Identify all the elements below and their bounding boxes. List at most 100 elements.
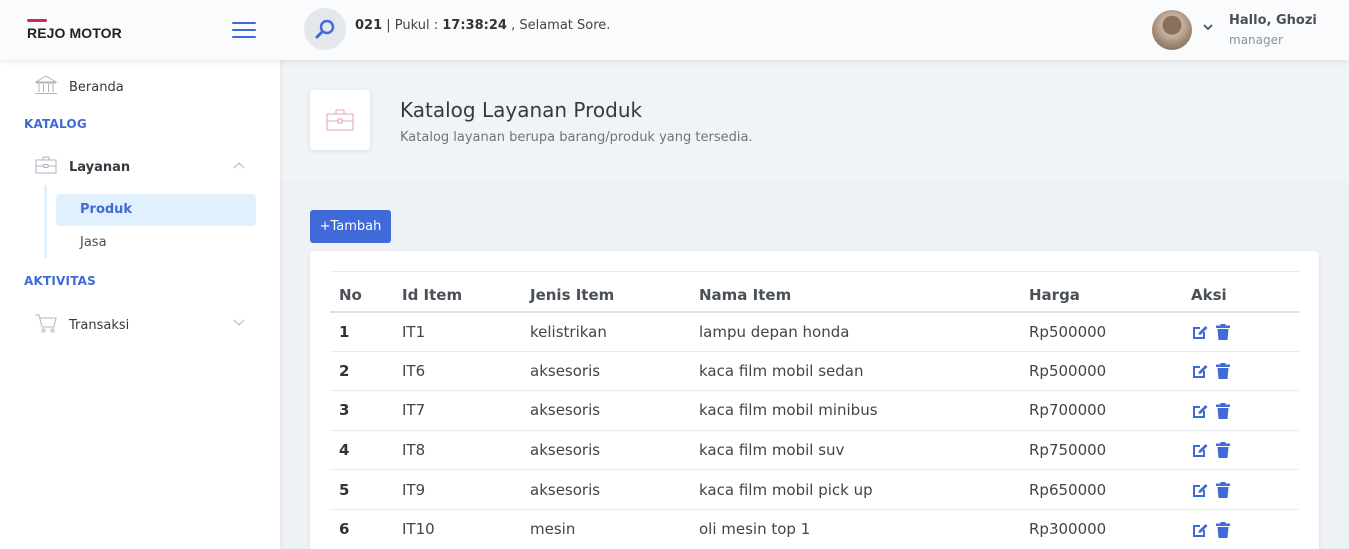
cell-id-item: IT10: [402, 509, 530, 549]
cell-jenis-item: aksesoris: [530, 430, 699, 471]
cell-aksi: [1191, 390, 1299, 431]
cell-id-item: IT1: [402, 311, 530, 352]
logo-text: REJO MOTOR: [27, 25, 122, 41]
chevron-down-icon[interactable]: [1201, 20, 1215, 34]
briefcase-icon: [326, 109, 354, 131]
user-role: manager: [1229, 33, 1283, 47]
table-row: 5 IT9 aksesoris kaca film mobil pick up …: [330, 469, 1299, 510]
cell-harga: Rp500000: [1029, 311, 1191, 352]
avatar[interactable]: [1152, 10, 1192, 50]
sidebar: Beranda KATALOG Layanan Produk Jasa AKTI…: [0, 60, 280, 549]
product-table: No Id Item Jenis Item Nama Item Harga Ak…: [330, 271, 1299, 549]
column-header-harga: Harga: [1029, 271, 1191, 313]
table-row: 2 IT6 aksesoris kaca film mobil sedan Rp…: [330, 351, 1299, 392]
cell-no: 2: [330, 351, 402, 392]
cell-harga: Rp300000: [1029, 509, 1191, 549]
column-header-jenis-item: Jenis Item: [530, 271, 699, 313]
cell-no: 6: [330, 509, 402, 549]
date-time-info: 021 | Pukul : 17:38:24 , Selamat Sore.: [355, 18, 610, 33]
logo-accent-bar: [27, 19, 47, 22]
column-header-no: No: [330, 271, 402, 313]
cell-jenis-item: aksesoris: [530, 351, 699, 392]
cell-jenis-item: aksesoris: [530, 469, 699, 510]
cell-harga: Rp650000: [1029, 469, 1191, 510]
cell-id-item: IT8: [402, 430, 530, 471]
column-header-nama-item: Nama Item: [699, 271, 1029, 313]
page-title-icon-box: [310, 90, 370, 150]
briefcase-icon: [35, 156, 57, 174]
sidebar-item-label: Beranda: [69, 80, 124, 95]
trash-icon[interactable]: [1214, 402, 1232, 420]
cell-nama-item: oli mesin top 1: [699, 509, 1029, 549]
info-greeting: , Selamat Sore.: [506, 18, 611, 33]
sidebar-subitem-produk[interactable]: Produk: [56, 194, 256, 226]
sidebar-item-transaksi[interactable]: Transaksi: [0, 304, 280, 340]
table-row: 1 IT1 kelistrikan lampu depan honda Rp50…: [330, 311, 1299, 352]
search-icon: [315, 19, 335, 39]
cell-no: 5: [330, 469, 402, 510]
trash-icon[interactable]: [1214, 441, 1232, 459]
cell-nama-item: kaca film mobil suv: [699, 430, 1029, 471]
subitem-label: Jasa: [80, 235, 107, 250]
table-card: No Id Item Jenis Item Nama Item Harga Ak…: [310, 251, 1319, 549]
cell-no: 3: [330, 390, 402, 431]
add-item-button[interactable]: +Tambah: [310, 210, 391, 243]
submenu-line: [44, 185, 47, 258]
trash-icon[interactable]: [1214, 521, 1232, 539]
cell-id-item: IT6: [402, 351, 530, 392]
table-header-row: No Id Item Jenis Item Nama Item Harga Ak…: [330, 271, 1299, 313]
chevron-up-icon: [233, 162, 245, 169]
menu-icon[interactable]: [232, 22, 256, 38]
user-name: Hallo, Ghozi: [1229, 13, 1317, 28]
trash-icon[interactable]: [1214, 323, 1232, 341]
sidebar-item-label: Transaksi: [69, 318, 130, 333]
column-header-aksi: Aksi: [1191, 271, 1299, 313]
table-row: 6 IT10 mesin oli mesin top 1 Rp300000: [330, 509, 1299, 549]
trash-icon[interactable]: [1214, 362, 1232, 380]
cell-aksi: [1191, 509, 1299, 549]
subitem-label: Produk: [80, 202, 133, 217]
edit-icon[interactable]: [1191, 362, 1209, 380]
section-heading-aktivitas: AKTIVITAS: [24, 274, 96, 288]
main-content: +Tambah No Id Item Jenis Item Nama Item …: [280, 180, 1349, 549]
cell-id-item: IT9: [402, 469, 530, 510]
bank-icon: [34, 75, 58, 94]
edit-icon[interactable]: [1191, 323, 1209, 341]
cell-nama-item: kaca film mobil pick up: [699, 469, 1029, 510]
cell-jenis-item: kelistrikan: [530, 311, 699, 352]
edit-icon[interactable]: [1191, 402, 1209, 420]
search-button[interactable]: [304, 8, 346, 50]
page-title: Katalog Layanan Produk: [400, 98, 643, 122]
table-row: 4 IT8 aksesoris kaca film mobil suv Rp75…: [330, 430, 1299, 471]
column-header-id-item: Id Item: [402, 271, 530, 313]
cart-icon: [35, 314, 57, 333]
edit-icon[interactable]: [1191, 481, 1209, 499]
section-heading-katalog: KATALOG: [24, 117, 87, 131]
sidebar-item-beranda[interactable]: Beranda: [0, 66, 280, 102]
info-time-label: | Pukul :: [382, 18, 443, 33]
info-time: 17:38:24: [442, 18, 507, 33]
page-title-area: Katalog Layanan Produk Katalog layanan b…: [280, 60, 1349, 180]
cell-harga: Rp700000: [1029, 390, 1191, 431]
cell-nama-item: lampu depan honda: [699, 311, 1029, 352]
cell-jenis-item: mesin: [530, 509, 699, 549]
cell-aksi: [1191, 311, 1299, 352]
logo: REJO MOTOR: [27, 19, 127, 43]
trash-icon[interactable]: [1214, 481, 1232, 499]
cell-id-item: IT7: [402, 390, 530, 431]
cell-no: 1: [330, 311, 402, 352]
table-row: 3 IT7 aksesoris kaca film mobil minibus …: [330, 390, 1299, 431]
sidebar-item-label: Layanan: [69, 160, 131, 175]
sidebar-item-layanan[interactable]: Layanan: [0, 146, 280, 182]
info-date: 021: [355, 18, 383, 33]
edit-icon[interactable]: [1191, 521, 1209, 539]
edit-icon[interactable]: [1191, 441, 1209, 459]
cell-aksi: [1191, 430, 1299, 471]
page-subtitle: Katalog layanan berupa barang/produk yan…: [400, 130, 753, 145]
cell-nama-item: kaca film mobil sedan: [699, 351, 1029, 392]
cell-harga: Rp750000: [1029, 430, 1191, 471]
chevron-down-icon: [233, 319, 245, 326]
cell-harga: Rp500000: [1029, 351, 1191, 392]
cell-no: 4: [330, 430, 402, 471]
sidebar-subitem-jasa[interactable]: Jasa: [56, 227, 256, 259]
